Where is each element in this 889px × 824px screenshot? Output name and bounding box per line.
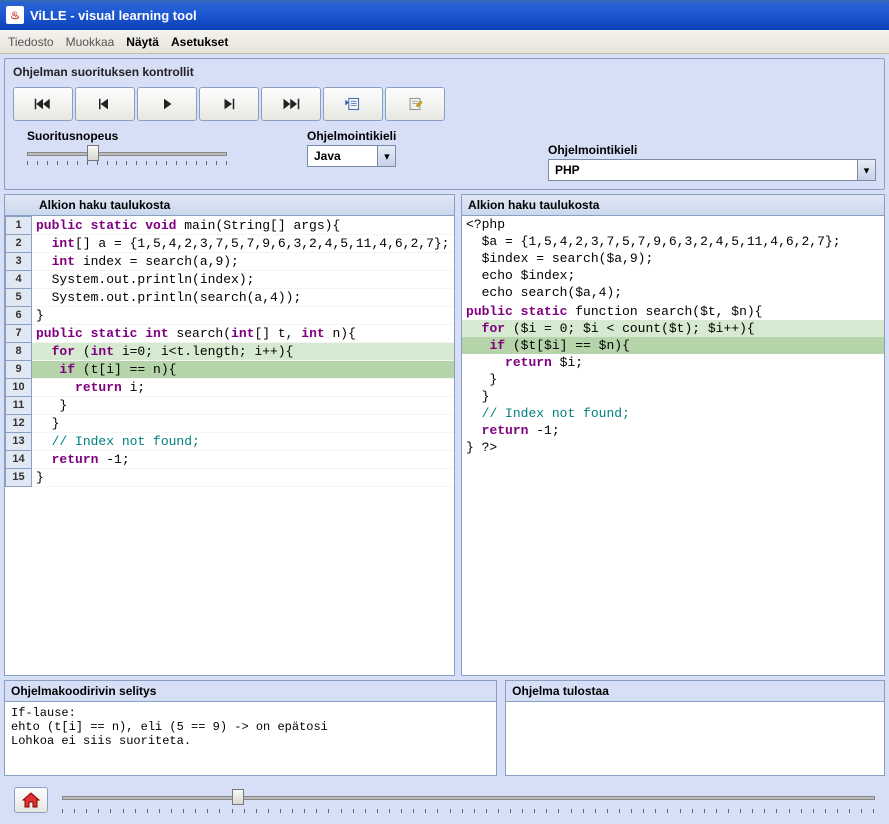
code-line[interactable]: return -1; bbox=[462, 422, 884, 439]
step-back-button[interactable] bbox=[75, 87, 135, 121]
output-panel: Ohjelma tulostaa bbox=[505, 680, 885, 776]
code-line[interactable]: 14 return -1; bbox=[6, 450, 455, 468]
menu-file[interactable]: Tiedosto bbox=[8, 35, 54, 49]
progress-slider[interactable] bbox=[62, 789, 875, 811]
output-title: Ohjelma tulostaa bbox=[506, 681, 884, 701]
list-button[interactable] bbox=[323, 87, 383, 121]
code-line[interactable]: // Index not found; bbox=[462, 405, 884, 422]
code-line[interactable]: 3 int index = search(a,9); bbox=[6, 252, 455, 270]
chevron-down-icon: ▾ bbox=[377, 146, 395, 166]
lang-label-left: Ohjelmointikieli bbox=[307, 129, 396, 143]
code-line[interactable]: } ?> bbox=[462, 439, 884, 456]
java-icon: ♨ bbox=[6, 6, 24, 24]
explain-panel: Ohjelmakoodirivin selitys If-lause: ehto… bbox=[4, 680, 497, 776]
code-line[interactable]: 13 // Index not found; bbox=[6, 432, 455, 450]
code-line[interactable]: <?php bbox=[462, 216, 884, 233]
lang-select-right[interactable]: PHP ▾ bbox=[548, 159, 876, 181]
code-line[interactable]: echo search($a,4); bbox=[462, 284, 884, 301]
code-line[interactable]: 9 if (t[i] == n){ bbox=[6, 360, 455, 378]
lang-select-right-value: PHP bbox=[549, 163, 857, 177]
right-code-area[interactable]: <?php $a = {1,5,4,2,3,7,5,7,9,6,3,2,4,5,… bbox=[461, 215, 885, 676]
code-line[interactable]: 10 return i; bbox=[6, 378, 455, 396]
menu-settings[interactable]: Asetukset bbox=[171, 35, 228, 49]
controls-title: Ohjelman suorituksen kontrollit bbox=[7, 61, 542, 83]
code-line[interactable]: 5 System.out.println(search(a,4)); bbox=[6, 288, 455, 306]
window-title: ViLLE - visual learning tool bbox=[30, 8, 197, 23]
rewind-button[interactable] bbox=[13, 87, 73, 121]
lang-label-right: Ohjelmointikieli bbox=[548, 143, 876, 157]
chevron-down-icon: ▾ bbox=[857, 160, 875, 180]
speed-label: Suoritusnopeus bbox=[27, 129, 227, 143]
left-code-panel: Alkion haku taulukosta 1public static vo… bbox=[4, 194, 455, 676]
code-line[interactable]: 15} bbox=[6, 468, 455, 486]
menubar: Tiedosto Muokkaa Näytä Asetukset bbox=[0, 30, 889, 54]
code-line[interactable]: 12 } bbox=[6, 414, 455, 432]
explain-body: If-lause: ehto (t[i] == n), eli (5 == 9)… bbox=[5, 701, 496, 775]
lang-select-left-value: Java bbox=[308, 149, 377, 163]
menu-edit[interactable]: Muokkaa bbox=[66, 35, 115, 49]
step-forward-button[interactable] bbox=[199, 87, 259, 121]
code-line[interactable]: 4 System.out.println(index); bbox=[6, 270, 455, 288]
right-code-title: Alkion haku taulukosta bbox=[461, 194, 885, 215]
footer bbox=[4, 780, 885, 820]
window-titlebar: ♨ ViLLE - visual learning tool bbox=[0, 0, 889, 30]
code-line[interactable]: 7public static int search(int[] t, int n… bbox=[6, 324, 455, 342]
controls-panel: Ohjelman suorituksen kontrollit Suoritus… bbox=[4, 58, 885, 190]
code-line[interactable]: 2 int[] a = {1,5,4,2,3,7,5,7,9,6,3,2,4,5… bbox=[6, 234, 455, 252]
code-line[interactable]: } bbox=[462, 371, 884, 388]
code-line[interactable]: echo $index; bbox=[462, 267, 884, 284]
code-line[interactable]: for ($i = 0; $i < count($t); $i++){ bbox=[462, 320, 884, 337]
home-button[interactable] bbox=[14, 787, 48, 813]
code-line[interactable]: 6} bbox=[6, 306, 455, 324]
code-line[interactable]: } bbox=[462, 388, 884, 405]
code-line[interactable]: 11 } bbox=[6, 396, 455, 414]
speed-slider[interactable] bbox=[27, 145, 227, 163]
code-line[interactable]: public static function search($t, $n){ bbox=[462, 303, 884, 320]
code-line[interactable]: if ($t[$i] == $n){ bbox=[462, 337, 884, 354]
code-line[interactable]: $a = {1,5,4,2,3,7,5,7,9,6,3,2,4,5,11,4,6… bbox=[462, 233, 884, 250]
output-body bbox=[506, 701, 884, 775]
lang-select-left[interactable]: Java ▾ bbox=[307, 145, 396, 167]
edit-button[interactable] bbox=[385, 87, 445, 121]
right-code-panel: Alkion haku taulukosta <?php $a = {1,5,4… bbox=[461, 194, 885, 676]
code-line[interactable]: 8 for (int i=0; i<t.length; i++){ bbox=[6, 342, 455, 360]
left-code-title: Alkion haku taulukosta bbox=[4, 194, 455, 215]
code-line[interactable]: $index = search($a,9); bbox=[462, 250, 884, 267]
play-button[interactable] bbox=[137, 87, 197, 121]
menu-view[interactable]: Näytä bbox=[126, 35, 159, 49]
explain-title: Ohjelmakoodirivin selitys bbox=[5, 681, 496, 701]
fast-forward-button[interactable] bbox=[261, 87, 321, 121]
code-line[interactable]: return $i; bbox=[462, 354, 884, 371]
code-line[interactable]: 1public static void main(String[] args){ bbox=[6, 217, 455, 235]
left-code-area[interactable]: 1public static void main(String[] args){… bbox=[4, 215, 455, 676]
